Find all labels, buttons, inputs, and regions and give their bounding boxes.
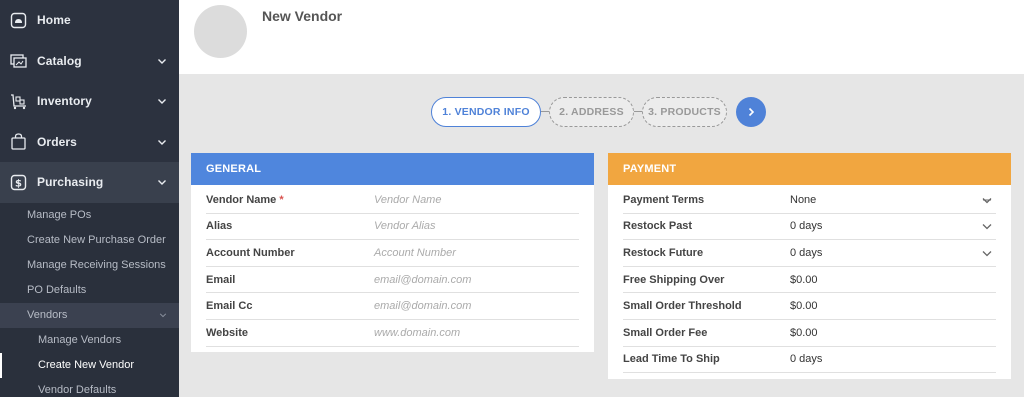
chevron-down-icon[interactable] bbox=[982, 195, 992, 205]
sidebar-item-purchasing[interactable]: $ Purchasing bbox=[0, 162, 179, 203]
field-label: Email bbox=[206, 273, 236, 286]
step-connector bbox=[634, 111, 642, 112]
sidebar: Home Catalog Inventory Orders $ Purchasi… bbox=[0, 0, 179, 397]
home-icon bbox=[10, 12, 27, 29]
sidebar-subitem-vendor-defaults[interactable]: Vendor Defaults bbox=[0, 378, 179, 397]
lead-time-to-ship-input[interactable]: 0 days bbox=[790, 353, 822, 365]
account-number-input[interactable]: Account Number bbox=[374, 247, 456, 259]
step-vendor-info[interactable]: 1. VENDOR INFO bbox=[431, 96, 541, 127]
field-label: Small Order Fee bbox=[623, 326, 708, 339]
form-row-alias: Alias Vendor Alias bbox=[206, 214, 579, 241]
sidebar-item-orders[interactable]: Orders bbox=[0, 122, 179, 163]
step-connector bbox=[541, 111, 549, 112]
sidebar-subitem-manage-pos[interactable]: Manage POs bbox=[0, 203, 179, 228]
sidebar-subitem-create-vendor[interactable]: Create New Vendor bbox=[0, 352, 179, 378]
vendor-avatar[interactable] bbox=[194, 5, 247, 58]
form-row-restock-past: Restock Past 0 days bbox=[623, 214, 996, 241]
email-input[interactable]: email@domain.com bbox=[374, 274, 471, 286]
payment-card: PAYMENT Payment Terms None Restock Past … bbox=[608, 153, 1011, 379]
wizard-steps: 1. VENDOR INFO 2. ADDRESS 3. PRODUCTS bbox=[431, 96, 766, 127]
catalog-icon bbox=[10, 52, 27, 69]
field-label: Website bbox=[206, 326, 248, 339]
chevron-down-icon bbox=[158, 139, 166, 145]
sidebar-item-label: Purchasing bbox=[37, 175, 104, 190]
website-input[interactable]: www.domain.com bbox=[374, 327, 460, 339]
field-label: Vendor Name * bbox=[206, 193, 284, 206]
restock-past-select[interactable]: 0 days bbox=[790, 220, 822, 232]
form-row-free-shipping-over: Free Shipping Over $0.00 bbox=[623, 267, 996, 294]
inventory-cart-icon bbox=[10, 93, 27, 110]
field-label: Restock Past bbox=[623, 220, 693, 233]
field-label: Account Number bbox=[206, 246, 295, 259]
required-marker: * bbox=[279, 193, 284, 206]
sidebar-item-home[interactable]: Home bbox=[0, 0, 179, 41]
free-shipping-over-input[interactable]: $0.00 bbox=[790, 274, 818, 286]
sidebar-item-label: Home bbox=[37, 13, 71, 28]
general-card: GENERAL Vendor Name * Vendor Name Alias V… bbox=[191, 153, 594, 352]
sidebar-subgroup-vendors[interactable]: Vendors bbox=[0, 302, 179, 328]
sidebar-subitem-po-defaults[interactable]: PO Defaults bbox=[0, 278, 179, 303]
chevron-down-icon[interactable] bbox=[982, 248, 992, 258]
form-row-small-order-fee: Small Order Fee $0.00 bbox=[623, 320, 996, 347]
payment-card-title: PAYMENT bbox=[608, 153, 1011, 185]
chevron-down-icon bbox=[158, 58, 166, 64]
chevron-down-icon bbox=[159, 313, 167, 318]
sidebar-item-catalog[interactable]: Catalog bbox=[0, 41, 179, 82]
form-row-vendor-name: Vendor Name * Vendor Name bbox=[206, 187, 579, 214]
field-label: Email Cc bbox=[206, 300, 253, 313]
chevron-right-icon bbox=[748, 107, 755, 116]
form-row-website: Website www.domain.com bbox=[206, 320, 579, 347]
sidebar-subitem-create-po[interactable]: Create New Purchase Order bbox=[0, 228, 179, 253]
form-row-email: Email email@domain.com bbox=[206, 267, 579, 294]
small-order-fee-input[interactable]: $0.00 bbox=[790, 327, 818, 339]
svg-text:$: $ bbox=[15, 178, 22, 189]
field-label: Lead Time To Ship bbox=[623, 353, 720, 366]
field-label: Payment Terms bbox=[623, 193, 705, 206]
field-label: Restock Future bbox=[623, 246, 704, 259]
page-title: New Vendor bbox=[262, 8, 343, 24]
purchasing-submenu: Manage POs Create New Purchase Order Man… bbox=[0, 202, 179, 397]
form-row-lead-time-to-ship: Lead Time To Ship 0 days bbox=[623, 347, 996, 374]
sidebar-item-label: Orders bbox=[37, 134, 77, 149]
chevron-down-icon bbox=[158, 99, 166, 105]
field-label: Small Order Threshold bbox=[623, 300, 742, 313]
dollar-icon: $ bbox=[10, 174, 27, 191]
restock-future-select[interactable]: 0 days bbox=[790, 247, 822, 259]
form-row-small-order-threshold: Small Order Threshold $0.00 bbox=[623, 293, 996, 320]
form-row-restock-future: Restock Future 0 days bbox=[623, 240, 996, 267]
payment-terms-select[interactable]: None bbox=[790, 194, 816, 206]
general-card-title: GENERAL bbox=[191, 153, 594, 185]
sidebar-subgroup-label: Vendors bbox=[27, 309, 68, 321]
field-label: Free Shipping Over bbox=[623, 273, 725, 286]
form-row-payment-terms: Payment Terms None bbox=[623, 187, 996, 214]
chevron-down-icon bbox=[158, 180, 166, 186]
chevron-down-icon[interactable] bbox=[982, 221, 992, 231]
sidebar-item-label: Inventory bbox=[37, 94, 92, 109]
sidebar-item-label: Catalog bbox=[37, 53, 82, 68]
next-step-button[interactable] bbox=[736, 96, 766, 127]
alias-input[interactable]: Vendor Alias bbox=[374, 220, 436, 232]
small-order-threshold-input[interactable]: $0.00 bbox=[790, 300, 818, 312]
vendor-name-input[interactable]: Vendor Name bbox=[374, 194, 441, 206]
step-address[interactable]: 2. ADDRESS bbox=[549, 96, 634, 127]
orders-bag-icon bbox=[10, 133, 27, 150]
form-row-email-cc: Email Cc email@domain.com bbox=[206, 293, 579, 320]
sidebar-subitem-receiving-sessions[interactable]: Manage Receiving Sessions bbox=[0, 253, 179, 278]
email-cc-input[interactable]: email@domain.com bbox=[374, 300, 471, 312]
step-products[interactable]: 3. PRODUCTS bbox=[642, 96, 727, 127]
sidebar-item-inventory[interactable]: Inventory bbox=[0, 81, 179, 122]
form-row-account-number: Account Number Account Number bbox=[206, 240, 579, 267]
page-header: New Vendor bbox=[179, 0, 1024, 74]
sidebar-subitem-manage-vendors[interactable]: Manage Vendors bbox=[0, 328, 179, 353]
field-label: Alias bbox=[206, 220, 233, 233]
